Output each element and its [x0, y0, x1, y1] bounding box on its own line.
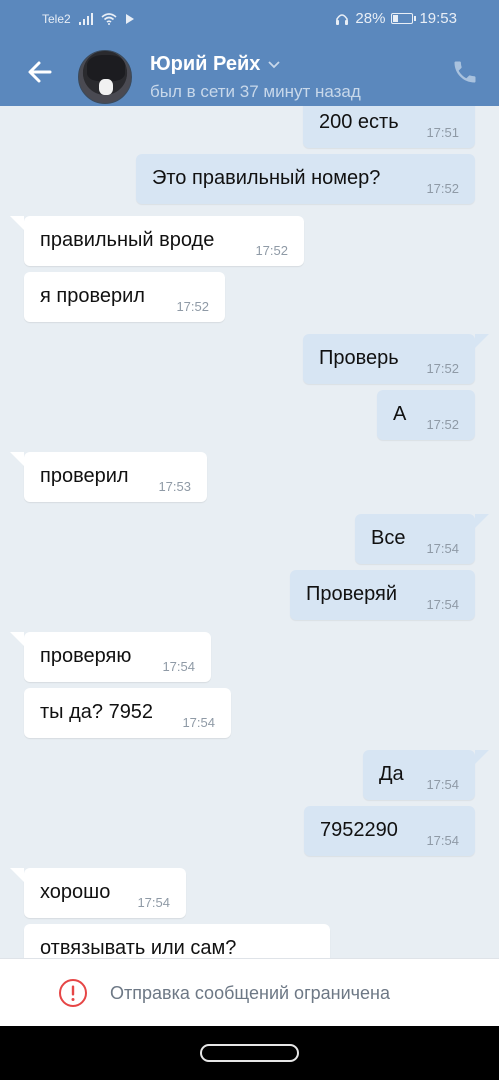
message-text: 200 есть — [319, 111, 399, 133]
incoming-message[interactable]: я проверил 17:52 — [24, 272, 225, 322]
message-text: А — [393, 403, 407, 425]
message-text: хорошо — [40, 881, 111, 903]
message-time: 17:52 — [426, 361, 459, 376]
message-text: Все — [371, 527, 406, 549]
message-text: правильный вроде — [40, 229, 215, 251]
message-time: 17:54 — [426, 777, 459, 792]
phone-icon[interactable] — [451, 58, 479, 86]
incoming-message[interactable]: проверяю 17:54 — [10, 632, 211, 682]
message-text: Да — [379, 763, 404, 785]
incoming-message[interactable]: ты да? 7952 17:54 — [24, 688, 231, 738]
message-text: я проверил — [40, 285, 145, 307]
back-arrow-icon[interactable] — [24, 56, 56, 88]
carrier-label: Tele2 — [42, 12, 71, 26]
headphones-icon — [336, 14, 349, 25]
message-time: 17:53 — [158, 479, 191, 494]
contact-name-row[interactable]: Юрий Рейх — [150, 53, 281, 76]
battery-icon — [391, 13, 417, 24]
outgoing-message[interactable]: Проверяй 17:54 — [290, 570, 475, 620]
chevron-down-icon — [268, 60, 281, 68]
message-text: отвязывать или сам? — [40, 937, 237, 958]
message-text: 7952290 — [320, 819, 398, 841]
message-text: Это правильный номер? — [152, 167, 381, 189]
outgoing-message[interactable]: 200 есть 17:51 — [303, 106, 475, 148]
status-right: 28% 19:53 — [335, 10, 457, 27]
outgoing-message[interactable]: Это правильный номер? 17:52 — [136, 154, 475, 204]
message-time: 17:52 — [176, 299, 209, 314]
message-time: 17:54 — [162, 659, 195, 674]
outgoing-message[interactable]: Да 17:54 — [363, 750, 489, 800]
message-time: 17:52 — [255, 243, 288, 258]
incoming-message[interactable]: правильный вроде 17:52 — [10, 216, 304, 266]
outgoing-message[interactable]: Все 17:54 — [355, 514, 489, 564]
home-indicator[interactable] — [200, 1044, 299, 1062]
message-time: 17:52 — [426, 417, 459, 432]
battery-percent: 28% — [355, 10, 386, 27]
message-text: Проверь — [319, 347, 399, 369]
incoming-message[interactable]: проверил 17:53 — [10, 452, 207, 502]
outgoing-message[interactable]: 7952290 17:54 — [304, 806, 475, 856]
message-text: Проверяй — [306, 583, 398, 605]
message-list[interactable]: 200 есть 17:51 Это правильный номер? 17:52 п… — [0, 106, 499, 958]
status-bar: Tele2 28% 19:53 — [0, 0, 499, 40]
message-time: 17:54 — [182, 715, 215, 730]
message-text: проверил — [40, 465, 129, 487]
message-time: 17:54 — [426, 833, 459, 848]
message-time: 17:54 — [426, 541, 459, 556]
message-time: 17:52 — [426, 181, 459, 196]
message-text: проверяю — [40, 645, 132, 667]
outgoing-message[interactable]: А 17:52 — [377, 390, 475, 440]
outgoing-message[interactable]: Проверь 17:52 — [303, 334, 489, 384]
message-time: 17:54 — [137, 895, 170, 910]
message-time: 17:51 — [426, 125, 459, 140]
restriction-bar: Отправка сообщений ограничена — [0, 958, 499, 1026]
clock: 19:53 — [419, 10, 457, 27]
restriction-text: Отправка сообщений ограничена — [110, 983, 390, 1003]
status-left: Tele2 — [42, 12, 135, 26]
contact-last-seen: был в сети 37 минут назад — [150, 82, 361, 101]
contact-name: Юрий Рейх — [150, 53, 261, 75]
wifi-icon — [101, 13, 117, 25]
play-icon — [125, 14, 134, 24]
avatar[interactable] — [78, 50, 132, 104]
message-text: ты да? 7952 — [40, 701, 154, 723]
message-time: 17:54 — [426, 597, 459, 612]
incoming-message[interactable]: отвязывать или сам? — [24, 924, 330, 958]
signal-icon — [78, 13, 93, 25]
system-nav-bar — [0, 1026, 499, 1080]
chat-header: Юрий Рейх был в сети 37 минут назад — [0, 40, 499, 106]
incoming-message[interactable]: хорошо 17:54 — [10, 868, 186, 918]
warning-icon — [59, 979, 87, 1007]
